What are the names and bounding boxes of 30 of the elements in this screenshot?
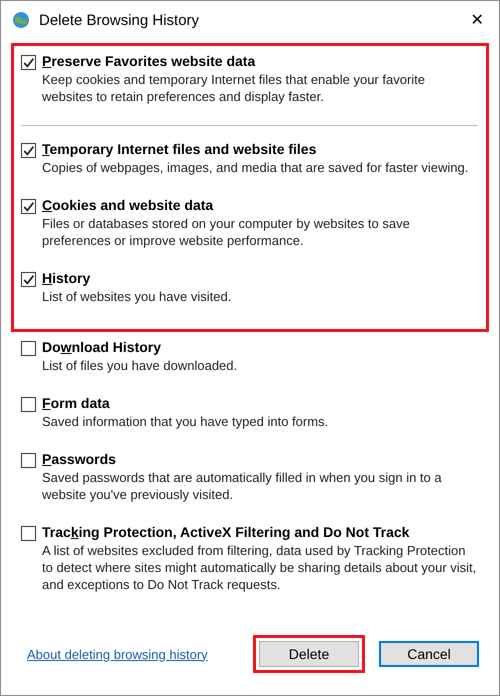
- option-description: A list of websites excluded from filtering, data used by Tracking Protection to detect where sites might automatically be sharing details about your visit, and exceptions to Do Not Track requests.: [42, 542, 478, 593]
- checkbox[interactable]: [21, 272, 36, 287]
- checkbox[interactable]: [21, 199, 36, 214]
- checkbox[interactable]: [21, 341, 36, 356]
- checkbox[interactable]: [21, 397, 36, 412]
- option-description: Files or databases stored on your computer by websites to save preferences or improve website performance.: [42, 215, 411, 249]
- option-description: Copies of webpages, images, and media that are saved for faster viewing.: [42, 159, 468, 176]
- globe-icon: [11, 10, 31, 30]
- help-link[interactable]: About deleting browsing history: [27, 646, 208, 662]
- checkbox[interactable]: [21, 143, 36, 158]
- option-description: Saved information that you have typed into forms.: [42, 413, 328, 430]
- option-label[interactable]: Preserve Favorites website data: [42, 52, 478, 71]
- dialog-button[interactable]: Cancel: [379, 641, 479, 667]
- option-description: List of files you have downloaded.: [42, 357, 238, 374]
- option-label[interactable]: Download History: [42, 338, 238, 357]
- option-description: List of websites you have visited.: [42, 288, 232, 305]
- checkbox[interactable]: [21, 453, 36, 468]
- dialog-button[interactable]: Delete: [259, 641, 359, 667]
- option-label[interactable]: Cookies and website data: [42, 196, 478, 215]
- option-label[interactable]: Passwords: [42, 450, 479, 469]
- checkbox[interactable]: [21, 55, 36, 70]
- option-description: Saved passwords that are automatically filled in when you sign in to a website you've previously visited.: [42, 469, 443, 503]
- option-label[interactable]: History: [42, 269, 232, 288]
- option-description: Keep cookies and temporary Internet files that enable your favorite websites to retain preferences and display faster.: [42, 71, 426, 105]
- option-label[interactable]: Tracking Protection, ActiveX Filtering and Do Not Track: [42, 523, 479, 542]
- option-label[interactable]: Form data: [42, 394, 328, 413]
- window-title: Delete Browsing History: [39, 12, 200, 28]
- close-button[interactable]: ✕: [455, 1, 499, 39]
- checkbox[interactable]: [21, 526, 36, 541]
- option-label[interactable]: Temporary Internet files and website files: [42, 140, 468, 159]
